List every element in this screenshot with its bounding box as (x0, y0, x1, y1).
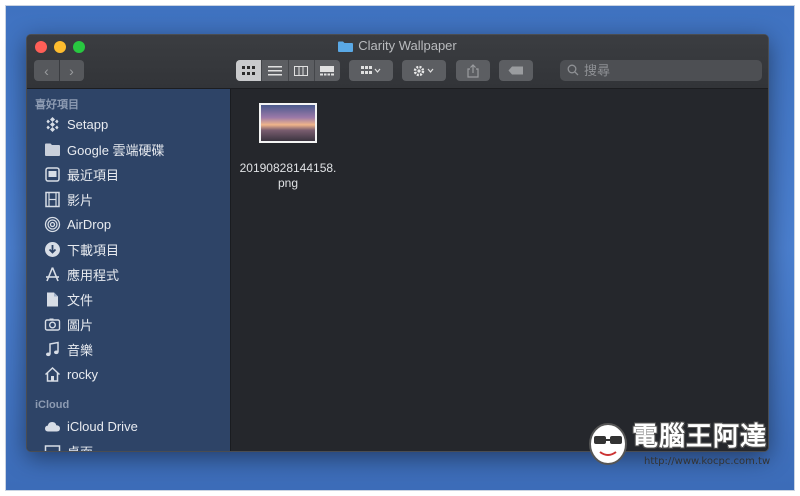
sidebar-item-label: AirDrop (67, 216, 112, 232)
home-icon (43, 365, 61, 383)
sidebar-item-music[interactable]: 音樂 (43, 338, 93, 360)
list-view-button[interactable] (262, 60, 289, 81)
title-bar: Clarity Wallpaper ‹ › 搜尋 (27, 35, 768, 89)
document-icon (43, 290, 61, 308)
setapp-icon (43, 115, 61, 133)
sidebar-item-label: 文件 (67, 292, 94, 308)
sidebar: 喜好項目 Setapp Google 雲端硬碟 最近項目 影片 AirDrop … (27, 89, 231, 452)
finder-window: Clarity Wallpaper ‹ › 搜尋 喜好項目 Setapp Goo… (26, 34, 769, 452)
share-button[interactable] (456, 60, 490, 81)
tags-button[interactable] (499, 60, 533, 81)
gear-icon (413, 65, 434, 76)
sidebar-item-downloads[interactable]: 下載項目 (43, 238, 119, 260)
sidebar-item-label: 應用程式 (67, 267, 120, 283)
sidebar-item-label: Google 雲端硬碟 (67, 142, 165, 158)
sidebar-item-applications[interactable]: 應用程式 (43, 263, 119, 285)
search-field[interactable]: 搜尋 (560, 60, 762, 81)
icon-view-button[interactable] (236, 60, 263, 81)
mascot-icon (589, 423, 627, 465)
sidebar-item-recents[interactable]: 最近項目 (43, 163, 119, 185)
icloud-section-header: iCloud (35, 399, 70, 411)
sidebar-item-label: 桌面 (67, 444, 94, 452)
back-button[interactable]: ‹ (35, 63, 59, 79)
applications-icon (43, 265, 61, 283)
sidebar-item-icloud-drive[interactable]: iCloud Drive (43, 415, 138, 437)
action-menu-button[interactable] (402, 60, 446, 81)
window-title-text: Clarity Wallpaper (358, 38, 457, 53)
tag-icon (508, 66, 523, 75)
watermark-text: 電腦王阿達 (632, 422, 768, 452)
window-title: Clarity Wallpaper (27, 38, 768, 54)
download-icon (43, 240, 61, 258)
list-icon (267, 65, 282, 75)
sidebar-item-documents[interactable]: 文件 (43, 288, 93, 310)
camera-icon (43, 315, 61, 333)
sidebar-item-label: rocky (67, 366, 99, 382)
image-thumbnail (259, 103, 317, 143)
sidebar-item-movies[interactable]: 影片 (43, 188, 93, 210)
sidebar-item-label: iCloud Drive (67, 418, 138, 434)
share-icon (467, 63, 479, 78)
file-name: 20190828144158. png (238, 161, 338, 191)
sidebar-item-label: Setapp (67, 116, 109, 132)
file-name-line: 20190828144158. (239, 161, 337, 175)
watermark-url: http://www.kocpc.com.tw (644, 456, 771, 467)
search-icon (567, 64, 579, 76)
sidebar-item-airdrop[interactable]: AirDrop (43, 213, 111, 235)
column-view-button[interactable] (289, 60, 315, 81)
sidebar-item-label: 影片 (67, 192, 94, 208)
music-icon (43, 340, 61, 358)
gallery-view-button[interactable] (315, 60, 340, 81)
gallery-icon (320, 65, 335, 75)
favorites-section-header: 喜好項目 (35, 99, 79, 111)
file-name-line: png (277, 176, 299, 190)
group-grid-icon (361, 65, 381, 74)
folder-icon (338, 41, 354, 52)
recents-icon (43, 165, 61, 183)
film-icon (43, 190, 61, 208)
icon-grid-icon (241, 65, 255, 75)
sidebar-item-label: 最近項目 (67, 167, 120, 183)
folder-icon (43, 140, 61, 158)
sidebar-item-label: 音樂 (67, 342, 94, 358)
sidebar-item-google-drive[interactable]: Google 雲端硬碟 (43, 138, 165, 160)
file-item[interactable]: 20190828144158. png (238, 103, 338, 191)
watermark: 電腦王阿達 http://www.kocpc.com.tw (586, 414, 786, 476)
sidebar-item-label: 圖片 (67, 317, 94, 333)
desktop-icon (43, 442, 61, 451)
file-browser: 20190828144158. png (232, 89, 768, 451)
sidebar-item-setapp[interactable]: Setapp (43, 113, 108, 135)
airdrop-icon (43, 215, 61, 233)
cloud-icon (43, 417, 61, 435)
search-placeholder: 搜尋 (584, 63, 611, 78)
columns-icon (294, 65, 309, 76)
sidebar-item-label: 下載項目 (67, 242, 120, 258)
sidebar-item-desktop[interactable]: 桌面 (43, 440, 94, 452)
navigation-buttons: ‹ › (34, 60, 84, 81)
forward-button[interactable]: › (60, 63, 84, 79)
view-mode-control (236, 60, 340, 81)
sidebar-item-pictures[interactable]: 圖片 (43, 313, 93, 335)
sidebar-item-home[interactable]: rocky (43, 363, 98, 385)
group-by-button[interactable] (349, 60, 393, 81)
